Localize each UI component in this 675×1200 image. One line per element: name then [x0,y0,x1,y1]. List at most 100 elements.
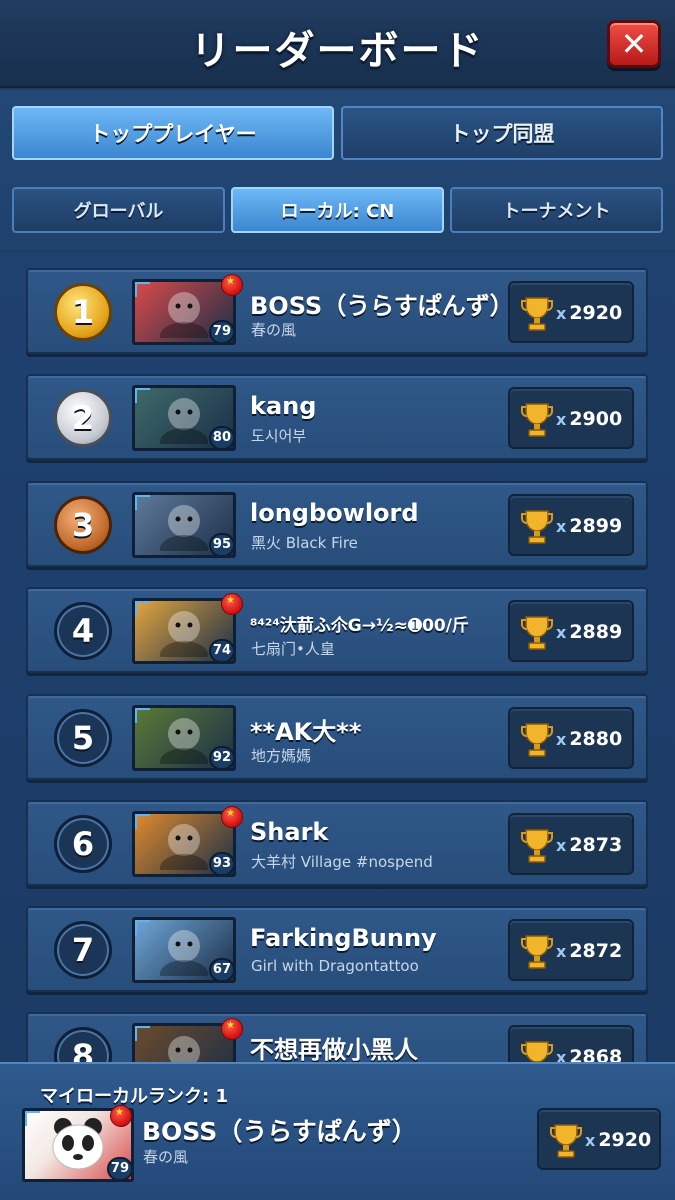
rank-badge: 4 [54,602,112,660]
score-multiplier-label: x [556,942,567,961]
player-name: kang [250,392,317,420]
china-flag-icon [221,1018,243,1040]
avatar[interactable]: 74 [132,598,236,664]
score-box: x 2868 [508,1025,634,1062]
my-score-value: x 2920 [585,1129,651,1151]
player-name: **AK大** [250,718,362,746]
score-number: 2889 [569,621,623,643]
trophy-icon [521,297,553,331]
score-box: x 2900 [508,387,634,449]
my-score-number: 2920 [598,1129,652,1151]
leaderboard-row[interactable]: 3 95 longbowlord 黑火 Black Fire x 2899 [26,481,648,567]
my-local-rank-label: マイローカルランク: 1 [40,1086,228,1107]
avatar[interactable]: 79 [132,279,236,345]
alliance-name: 地方媽媽 [251,747,312,765]
trophy-icon [521,403,553,437]
player-name: BOSS（うらすぱんず） [250,292,514,320]
leaderboard-row[interactable]: 7 67 FarkingBunny Girl with Dragontattoo… [26,906,648,992]
score-box: x 2880 [508,707,634,769]
score-value: x 2868 [556,1046,622,1062]
alliance-name: 七扇门•人皇 [251,640,335,658]
avatar[interactable]: 67 [132,917,236,983]
score-multiplier-label: x [556,1048,567,1062]
score-value: x 2880 [556,728,622,750]
score-box: x 2920 [508,281,634,343]
player-name: longbowlord [250,499,419,527]
trophy-icon [521,1041,553,1062]
avatar[interactable]: 92 [132,705,236,771]
level-badge: 79 [208,320,233,342]
score-multiplier-label: x [556,623,567,642]
subtab-local[interactable]: ローカル: CN [231,187,444,233]
level-badge: 79 [106,1157,131,1179]
my-score-box: x 2920 [537,1108,661,1170]
level-badge: 95 [208,533,233,555]
player-name: FarkingBunny [250,924,437,952]
leaderboard-row[interactable]: 1 79 BOSS（うらすぱんず） 春の風 x2920 [26,268,648,354]
rank-badge: 3 [54,496,112,554]
rank-badge: 2 [54,389,112,447]
trophy-icon [550,1124,582,1158]
leaderboard-row[interactable]: 5 92 **AK大** 地方媽媽 x 2880 [26,694,648,780]
tab-bar: トッププレイヤー トップ同盟 グローバル ローカル: CN トーナメント [0,90,675,250]
leaderboard-list[interactable]: 1 79 BOSS（うらすぱんず） 春の風 x2920 2 [0,252,675,1062]
player-name: 不想再做小黑人 [250,1036,418,1062]
china-flag-icon [110,1105,132,1127]
trophy-icon [521,829,553,863]
avatar[interactable]: 95 [132,492,236,558]
score-multiplier-label: x [585,1131,596,1150]
score-number: 2899 [569,515,623,537]
score-multiplier-label: x [556,730,567,749]
score-number: 2873 [569,834,623,856]
level-badge: 67 [208,958,233,980]
china-flag-icon [221,274,243,296]
trophy-icon [521,723,553,757]
player-name: ⁸⁴²⁴汏葥ふ尒G→½≈➊00/斤 [250,616,469,636]
tab-top-alliances[interactable]: トップ同盟 [341,106,663,160]
rank-badge: 8 [54,1027,112,1062]
alliance-name: 도시어부 [251,427,307,445]
alliance-name: 大羊村 Village #nospend [251,853,433,871]
china-flag-icon [221,593,243,615]
level-badge: 93 [208,852,233,874]
alliance-name: 春の風 [251,321,297,339]
level-badge: 74 [208,639,233,661]
leaderboard-row[interactable]: 4 74 ⁸⁴²⁴汏葥ふ尒G→½≈➊00/斤 七扇门•人皇 x2889 [26,587,648,673]
alliance-name: 黑火 Black Fire [251,534,358,552]
score-value: x 2873 [556,834,622,856]
rank-badge: 1 [54,283,112,341]
player-name: Shark [250,818,329,846]
subtab-tournament[interactable]: トーナメント [450,187,663,233]
score-box: x 2899 [508,494,634,556]
score-value: x 2889 [556,621,622,643]
trophy-icon [521,935,553,969]
avatar[interactable]: 93 [132,811,236,877]
score-number: 2872 [569,940,623,962]
score-number: 2868 [569,1046,623,1062]
leaderboard-row[interactable]: 8 不想再做小黑人 x2868 [26,1012,648,1062]
close-button[interactable]: ✕ [607,20,661,68]
my-alliance-name: 春の風 [143,1148,189,1166]
avatar[interactable]: 80 [132,385,236,451]
leaderboard-row[interactable]: 6 93 Shark 大羊村 Village #nospend x2873 [26,800,648,886]
score-multiplier-label: x [556,836,567,855]
close-icon: ✕ [620,25,648,63]
subtab-global[interactable]: グローバル [12,187,225,233]
score-value: x 2872 [556,940,622,962]
leaderboard-row[interactable]: 2 80 kang 도시어부 x 2900 [26,374,648,460]
my-rank-panel: マイローカルランク: 1 79 BOSS（うらすぱんず） 春の風 x2920 [0,1062,675,1200]
alliance-name: Girl with Dragontattoo [251,957,419,975]
china-flag-icon [221,806,243,828]
level-badge: 92 [208,746,233,768]
rank-badge: 7 [54,921,112,979]
score-number: 2900 [569,408,623,430]
page-title: リーダーボード [190,28,485,74]
score-multiplier-label: x [556,517,567,536]
score-value: x 2920 [556,302,622,324]
tab-top-players[interactable]: トッププレイヤー [12,106,334,160]
my-player-name: BOSS（うらすぱんず） [142,1117,417,1146]
score-box: x 2889 [508,600,634,662]
trophy-icon [521,510,553,544]
score-value: x 2899 [556,515,622,537]
score-box: x 2873 [508,813,634,875]
